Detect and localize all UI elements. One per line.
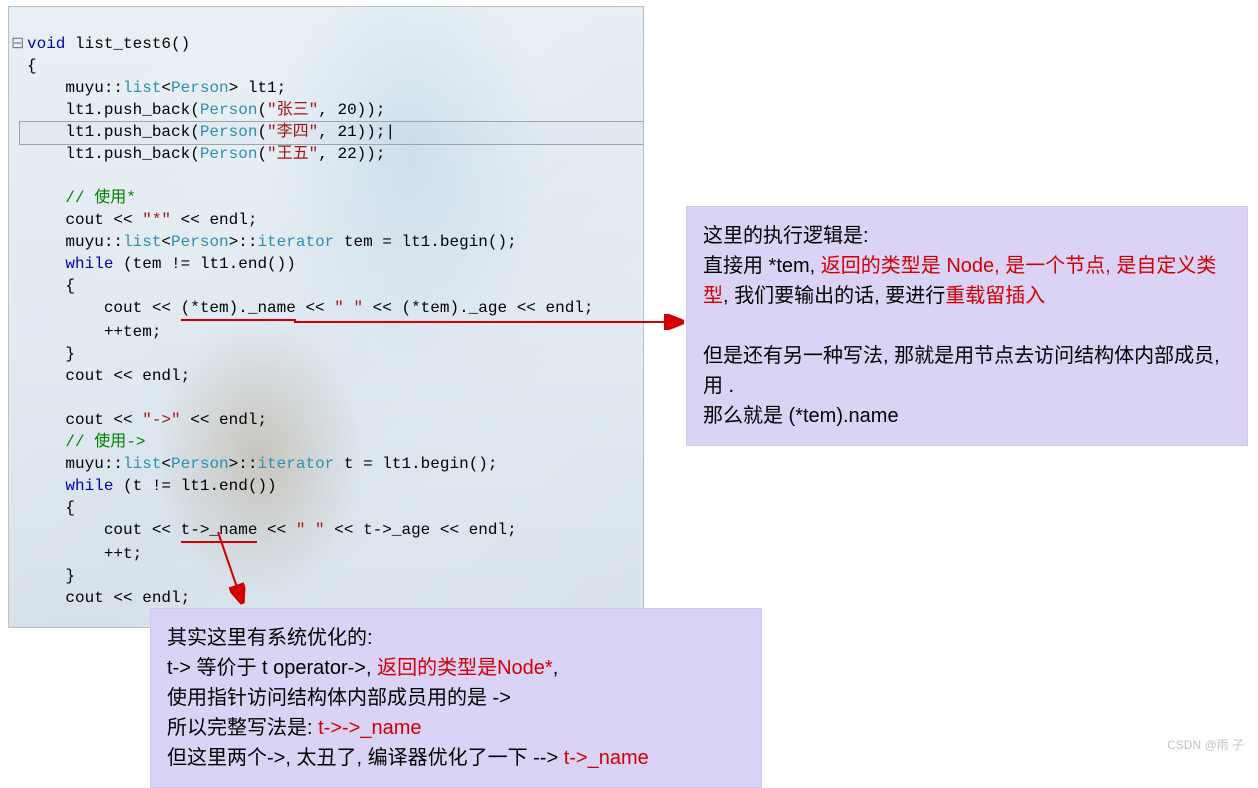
code-string: "张三" (267, 101, 318, 119)
code-text: < (161, 79, 171, 97)
code-string: "->" (142, 411, 180, 429)
annotation-line: 使用指针访问结构体内部成员用的是 -> (167, 683, 745, 713)
code-string: " " (296, 521, 325, 539)
code-text: { (27, 57, 37, 75)
annotation-line: 但这里两个->, 太丑了, 编译器优化了一下 --> t->_name (167, 743, 745, 773)
code-text (27, 477, 65, 495)
code-text (27, 255, 65, 273)
annotation-blank (703, 311, 1231, 341)
code-text: > lt1; (229, 79, 287, 97)
annotation-line: 其实这里有系统优化的: (167, 623, 745, 653)
code-text: cout << (27, 211, 142, 229)
code-comment: // 使用* (27, 189, 136, 207)
code-underlined: (*tem)._name (181, 297, 296, 321)
code-string: "*" (142, 211, 171, 229)
code-text: << endl; (181, 411, 267, 429)
code-text: ++t; (27, 545, 142, 563)
annotation-line: 所以完整写法是: t->->_name (167, 713, 745, 743)
annotation-line: 但是还有另一种写法, 那就是用节点去访问结构体内部成员, 用 . (703, 341, 1231, 401)
code-text: } (27, 567, 75, 585)
code-text: , 21));| (318, 123, 395, 141)
annotation-line: t-> 等价于 t operator->, 返回的类型是Node*, (167, 653, 745, 683)
code-text: muyu:: (27, 79, 123, 97)
code-text: < (161, 455, 171, 473)
code-text: cout << endl; (27, 367, 190, 385)
code-text: tem = lt1.begin(); (334, 233, 516, 251)
collapse-icon: ⊟ (11, 33, 24, 55)
code-text: muyu:: (27, 233, 123, 251)
annotation-line: 那么就是 (*tem).name (703, 401, 1231, 431)
code-type: list (123, 79, 161, 97)
code-text: (tem != lt1.end()) (113, 255, 295, 273)
code-text: muyu:: (27, 455, 123, 473)
annotation-bottom: 其实这里有系统优化的: t-> 等价于 t operator->, 返回的类型是… (150, 608, 762, 788)
code-type: iterator (257, 455, 334, 473)
code-text: >:: (229, 455, 258, 473)
code-type: list (123, 455, 161, 473)
code-string: "王五" (267, 145, 318, 163)
annotation-line: 这里的执行逻辑是: (703, 221, 1231, 251)
code-text: (t != lt1.end()) (113, 477, 276, 495)
code-text: cout << endl; (27, 589, 190, 607)
code-keyword: void (27, 35, 65, 53)
watermark: CSDN @雨 子 (1167, 736, 1244, 753)
code-text: t = lt1.begin(); (334, 455, 497, 473)
annotation-line: 直接用 *tem, 返回的类型是 Node, 是一个节点, 是自定义类型, 我们… (703, 251, 1231, 311)
code-text: { (27, 277, 75, 295)
code-text: , 22)); (318, 145, 385, 163)
code-type: Person (171, 79, 229, 97)
arrow-bottom (200, 528, 260, 610)
code-comment: // 使用-> (27, 433, 145, 451)
code-text: , 20)); (318, 101, 385, 119)
code-text: lt1.push_back( (27, 145, 200, 163)
code-text: lt1.push_back( (27, 123, 200, 141)
code-string: "李四" (267, 123, 318, 141)
code-text: ( (257, 123, 267, 141)
code-text: ( (257, 101, 267, 119)
code-type: list (123, 233, 161, 251)
code-text: ++tem; (27, 323, 161, 341)
code-text: << endl; (171, 211, 257, 229)
code-keyword: while (65, 477, 113, 495)
code-text: >:: (229, 233, 258, 251)
code-type: Person (200, 101, 258, 119)
code-text: << t->_age << endl; (325, 521, 517, 539)
code-text: << (257, 521, 295, 539)
code-text: < (161, 233, 171, 251)
code-text: cout << (27, 299, 181, 317)
code-text: cout << (27, 411, 142, 429)
code-type: Person (171, 233, 229, 251)
annotation-top: 这里的执行逻辑是: 直接用 *tem, 返回的类型是 Node, 是一个节点, … (686, 206, 1248, 446)
code-type: Person (200, 123, 258, 141)
code-text: } (27, 345, 75, 363)
code-text: list_test6() (65, 35, 190, 53)
code-type: Person (200, 145, 258, 163)
code-text: { (27, 499, 75, 517)
code-type: Person (171, 455, 229, 473)
arrow-top (290, 302, 690, 342)
code-text: cout << (27, 521, 181, 539)
code-type: iterator (257, 233, 334, 251)
code-text: ( (257, 145, 267, 163)
code-keyword: while (65, 255, 113, 273)
code-text: lt1.push_back( (27, 101, 200, 119)
